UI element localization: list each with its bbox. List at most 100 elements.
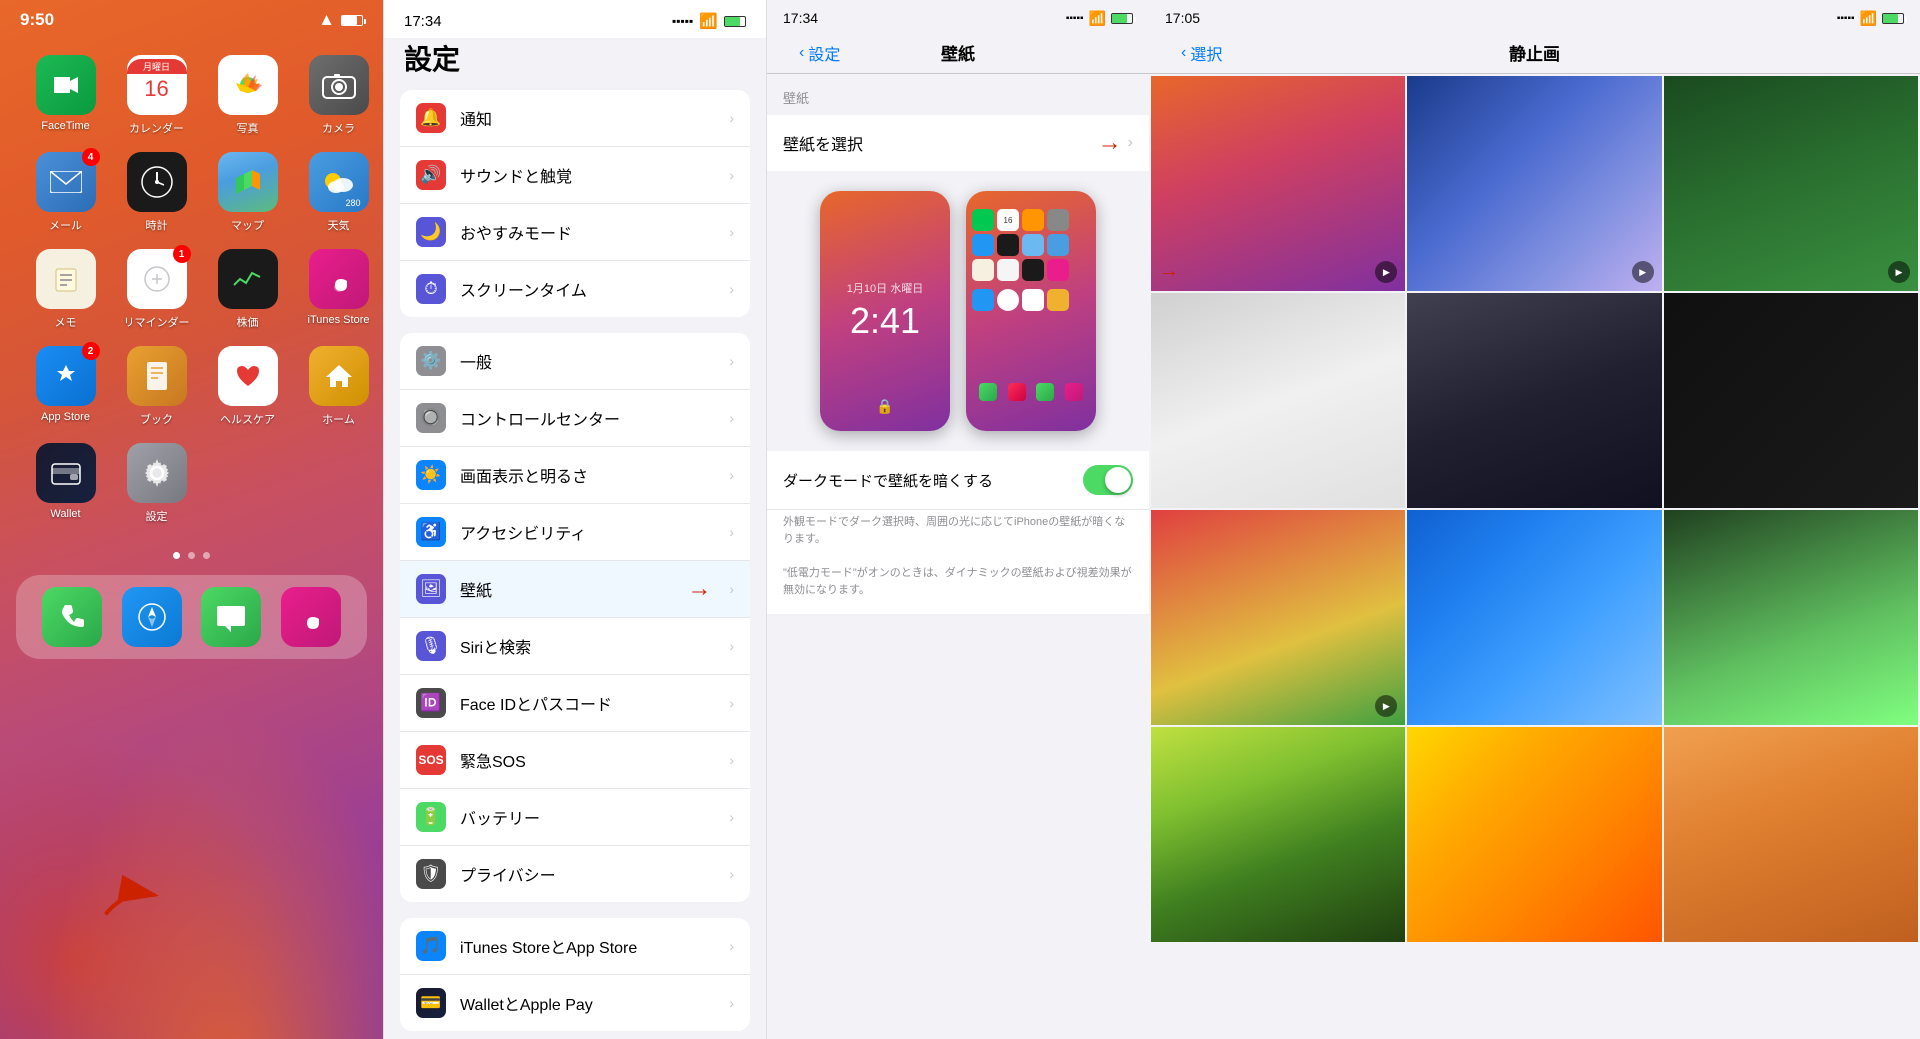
- wallpaper-thumb-4[interactable]: [1151, 293, 1405, 508]
- dock-music-icon: [281, 587, 341, 647]
- dark-mode-desc2: "低電力モード"がオンのときは、ダイナミックの壁紙および視差効果が無効になります…: [783, 565, 1133, 598]
- app-books[interactable]: ブック: [119, 346, 194, 427]
- p4-wifi-icon: 📶: [1860, 10, 1877, 27]
- app-itunes-label: iTunes Store: [308, 314, 370, 326]
- app-maps-label: マップ: [231, 217, 264, 233]
- app-reminder-icon: 1: [127, 249, 187, 309]
- chevron-icon: ›: [729, 866, 734, 882]
- empty-slot-1: [210, 443, 285, 524]
- app-home[interactable]: ホーム: [301, 346, 376, 427]
- app-memo[interactable]: メモ: [28, 249, 103, 330]
- dock-phone[interactable]: [42, 587, 102, 647]
- dock-music[interactable]: [281, 587, 341, 647]
- app-maps-icon: [218, 152, 278, 212]
- settings-item-itunes[interactable]: 🎵 iTunes StoreとApp Store ›: [400, 918, 750, 975]
- app-settings[interactable]: 設定: [119, 443, 194, 524]
- p2-wifi-icon: 📶: [699, 12, 718, 30]
- settings-item-sos[interactable]: SOS 緊急SOS ›: [400, 732, 750, 789]
- motion-badge-2: ▶: [1632, 261, 1654, 283]
- settings-icon-notify: 🔔: [416, 103, 446, 133]
- settings-item-notify[interactable]: 🔔 通知 ›: [400, 90, 750, 147]
- settings-item-display[interactable]: ☀️ 画面表示と明るさ ›: [400, 447, 750, 504]
- dock-messages[interactable]: [201, 587, 261, 647]
- app-weather-label: 天気: [328, 217, 350, 233]
- dock-safari[interactable]: [122, 587, 182, 647]
- wallpaper-thumb-5[interactable]: [1407, 293, 1661, 508]
- chevron-icon: ›: [729, 524, 734, 540]
- app-reminder[interactable]: 1 リマインダー: [119, 249, 194, 330]
- wallpaper-thumb-2[interactable]: ▶: [1407, 76, 1661, 291]
- dark-mode-row[interactable]: ダークモードで壁紙を暗くする: [767, 451, 1149, 509]
- app-stocks[interactable]: 株価: [210, 249, 285, 330]
- settings-item-faceid[interactable]: 🆔 Face IDとパスコード ›: [400, 675, 750, 732]
- wallpaper-thumb-12[interactable]: [1664, 727, 1918, 942]
- chevron-icon: ›: [729, 467, 734, 483]
- p4-back-button[interactable]: ‹ 選択: [1181, 41, 1222, 65]
- settings-item-wallpaper[interactable]: 🖼 壁紙 → ›: [400, 561, 750, 618]
- dock-phone-icon: [42, 587, 102, 647]
- battery-icon: [341, 15, 363, 26]
- wifi-icon: ▲: [318, 10, 335, 30]
- app-facetime[interactable]: FaceTime: [28, 55, 103, 136]
- app-grid: FaceTime 月曜日 16 カレンダー 写真: [0, 35, 383, 544]
- settings-icon-sos: SOS: [416, 745, 446, 775]
- motion-badge-7: ▶: [1375, 695, 1397, 717]
- p4-title: 静止画: [1509, 40, 1560, 65]
- app-appstore[interactable]: 2 App Store: [28, 346, 103, 427]
- wallpaper-thumb-7[interactable]: ▶: [1151, 510, 1405, 725]
- settings-label-sos: 緊急SOS: [460, 748, 715, 772]
- wallpaper-red-arrow: →: [687, 575, 711, 603]
- app-itunes[interactable]: iTunes Store: [301, 249, 376, 330]
- wallpaper-thumb-1[interactable]: → ▶: [1151, 76, 1405, 291]
- chevron-icon: ›: [729, 110, 734, 126]
- dock-messages-icon: [201, 587, 261, 647]
- page-dots: [0, 544, 383, 567]
- settings-item-access[interactable]: ♿ アクセシビリティ ›: [400, 504, 750, 561]
- settings-item-general[interactable]: ⚙️ 一般 ›: [400, 333, 750, 390]
- wallpaper-thumb-10[interactable]: [1151, 727, 1405, 942]
- wallpaper-settings-panel: 17:34 ▪▪▪▪▪ 📶 ‹ 設定 壁紙 壁紙 壁紙を選択 → › 1月: [766, 0, 1149, 1039]
- app-calendar[interactable]: 月曜日 16 カレンダー: [119, 55, 194, 136]
- app-mail-label: メール: [49, 217, 82, 233]
- settings-item-wallet[interactable]: 💳 WalletとApple Pay ›: [400, 975, 750, 1031]
- settings-item-privacy[interactable]: 🛡 プライバシー ›: [400, 846, 750, 902]
- app-maps[interactable]: マップ: [210, 152, 285, 233]
- app-photos[interactable]: 写真: [210, 55, 285, 136]
- select-wallpaper-row[interactable]: 壁紙を選択 → ›: [767, 115, 1149, 171]
- p4-status-bar: 17:05 ▪▪▪▪▪ 📶: [1149, 0, 1920, 27]
- settings-item-control[interactable]: 🔘 コントロールセンター ›: [400, 390, 750, 447]
- dot-3: [203, 552, 210, 559]
- settings-item-screentime[interactable]: ⏱ スクリーンタイム ›: [400, 261, 750, 317]
- app-wallet[interactable]: Wallet: [28, 443, 103, 524]
- p3-back-button[interactable]: ‹ 設定: [799, 41, 840, 65]
- app-clock[interactable]: 時計: [119, 152, 194, 233]
- wallpaper-thumb-9[interactable]: [1664, 510, 1918, 725]
- app-mail[interactable]: 4 メール: [28, 152, 103, 233]
- chevron-icon: ›: [729, 638, 734, 654]
- selected-arrow-1: →: [1159, 260, 1179, 283]
- app-camera[interactable]: カメラ: [301, 55, 376, 136]
- settings-label-display: 画面表示と明るさ: [460, 463, 715, 487]
- settings-item-dnd[interactable]: 🌙 おやすみモード ›: [400, 204, 750, 261]
- settings-panel: 17:34 ▪▪▪▪▪ 📶 設定 🔔 通知 › 🔊 サウンドと触覚 › 🌙 おや…: [383, 0, 766, 1039]
- app-camera-label: カメラ: [322, 120, 355, 136]
- settings-item-sound[interactable]: 🔊 サウンドと触覚 ›: [400, 147, 750, 204]
- dark-mode-toggle[interactable]: [1083, 465, 1133, 495]
- wallpaper-thumb-11[interactable]: [1407, 727, 1661, 942]
- wallpaper-thumb-8[interactable]: [1407, 510, 1661, 725]
- settings-item-battery[interactable]: 🔋 バッテリー ›: [400, 789, 750, 846]
- wallpaper-thumb-6[interactable]: [1664, 293, 1918, 508]
- app-photos-icon: [218, 55, 278, 115]
- app-health[interactable]: ヘルスケア: [210, 346, 285, 427]
- settings-group-1: 🔔 通知 › 🔊 サウンドと触覚 › 🌙 おやすみモード › ⏱ スクリーンタイ…: [400, 90, 750, 317]
- app-weather[interactable]: 280 天気: [301, 152, 376, 233]
- wallpaper-thumb-3[interactable]: ▶: [1664, 76, 1918, 291]
- settings-icon-access: ♿: [416, 517, 446, 547]
- p2-signal-icon: ▪▪▪▪▪: [672, 14, 693, 28]
- select-wallpaper-red-arrow: →: [1098, 129, 1122, 157]
- settings-title: 設定: [384, 38, 766, 90]
- settings-item-siri[interactable]: 🎙 Siriと検索 ›: [400, 618, 750, 675]
- badge-reminder: 1: [173, 245, 191, 263]
- chevron-icon: ›: [729, 410, 734, 426]
- wallpaper-grid: → ▶ ▶ ▶ ▶: [1149, 74, 1920, 944]
